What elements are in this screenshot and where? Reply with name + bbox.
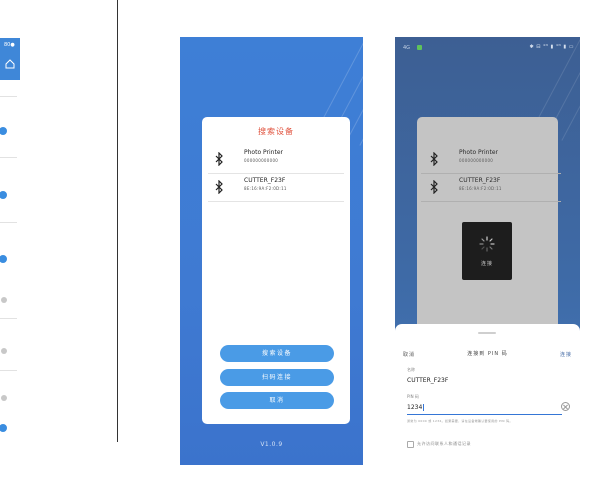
left-list-divider [0, 370, 17, 371]
notification-icon [417, 45, 422, 50]
dialog-title: 搜索设备 [258, 127, 294, 136]
search-device-dialog: 搜索设备 Photo Printer 000000000000 CUTTER_F… [202, 117, 350, 424]
pin-hint: 通常为 0000 或 1234。如果需要，请在设备端确认要使用的 PIN 码。 [407, 419, 513, 423]
search-device-button[interactable]: 搜索设备 [220, 345, 334, 362]
left-list-divider [0, 96, 17, 97]
bluetooth-icon [215, 180, 223, 194]
device-mac: 8E:16:9A:F2:0D:11 [244, 186, 287, 191]
left-toggle-icon[interactable] [1, 395, 7, 401]
device-item-photo-printer[interactable]: Photo Printer 000000000000 [417, 146, 565, 174]
left-list-divider [0, 222, 17, 223]
status-carrier: 4G [403, 45, 411, 51]
left-status-text: 80● [4, 42, 15, 48]
section-divider [117, 0, 118, 442]
background-stripe [359, 39, 363, 146]
device-name-label: 名称 [407, 367, 415, 372]
device-name: CUTTER_F23F [459, 177, 501, 184]
pin-label: PIN 码 [407, 394, 419, 399]
pin-input-value: 1234 [407, 404, 423, 411]
status-icons: ✱ ⊟ ⁴ᴳ ▮ ⁴ᴳ ▮ ▭ [529, 44, 574, 50]
sheet-title: 连接到 PIN 码 [467, 351, 508, 357]
list-divider [421, 201, 561, 202]
loading-label: 连接 [480, 261, 493, 267]
device-item-cutter[interactable]: CUTTER_F23F 8E:16:9A:F2:0D:11 [417, 174, 565, 202]
left-toggle-icon[interactable] [0, 127, 7, 135]
sheet-drag-handle[interactable] [478, 332, 496, 334]
list-divider [208, 201, 344, 202]
device-name-value: CUTTER_F23F [407, 377, 449, 384]
bluetooth-icon [430, 180, 438, 194]
phone-device-search: 搜索设备 Photo Printer 000000000000 CUTTER_F… [180, 37, 363, 465]
device-mac: 8E:16:9A:F2:0D:11 [459, 186, 502, 191]
loading-dialog: 连接 [462, 222, 512, 280]
left-toggle-icon[interactable] [1, 348, 7, 354]
sheet-connect-button[interactable]: 连接 [560, 351, 572, 358]
bluetooth-icon [430, 152, 438, 166]
device-mac: 000000000000 [244, 158, 279, 163]
left-phone-cropped: 80● [0, 0, 20, 437]
pin-input[interactable]: 1234 [407, 404, 425, 411]
text-caret [423, 404, 425, 411]
allow-contacts-checkbox[interactable] [407, 441, 414, 448]
allow-contacts-label: 允许访问联系人和通话记录 [417, 441, 471, 446]
left-toggle-icon[interactable] [1, 297, 7, 303]
device-name: Photo Printer [459, 149, 498, 156]
cancel-button[interactable]: 取消 [220, 392, 334, 409]
screenshot-canvas: 80● 搜索设备 Photo Printer 000000000000 CUTT… [0, 0, 599, 477]
loading-spinner-icon [479, 236, 495, 252]
left-toggle-icon[interactable] [0, 191, 7, 199]
left-list-divider [0, 318, 17, 319]
device-item-photo-printer[interactable]: Photo Printer 000000000000 [202, 146, 350, 174]
device-mac: 000000000000 [459, 158, 494, 163]
left-list-divider [0, 157, 17, 158]
left-toggle-icon[interactable] [0, 424, 7, 432]
app-version: V1.0.9 [260, 441, 283, 448]
clear-icon[interactable] [561, 402, 570, 411]
pin-input-underline [407, 414, 562, 415]
left-toggle-icon[interactable] [0, 255, 7, 263]
device-name: Photo Printer [244, 149, 283, 156]
device-item-cutter[interactable]: CUTTER_F23F 8E:16:9A:F2:0D:11 [202, 174, 350, 202]
scan-connect-button[interactable]: 扫码连接 [220, 369, 334, 386]
bluetooth-icon [215, 152, 223, 166]
device-name: CUTTER_F23F [244, 177, 286, 184]
phone-pairing: 4G ✱ ⊟ ⁴ᴳ ▮ ⁴ᴳ ▮ ▭ Photo Printer 0000000… [395, 37, 580, 465]
pin-entry-sheet: 取消 连接到 PIN 码 连接 名称 CUTTER_F23F PIN 码 123… [395, 324, 580, 465]
home-icon[interactable] [4, 58, 16, 70]
